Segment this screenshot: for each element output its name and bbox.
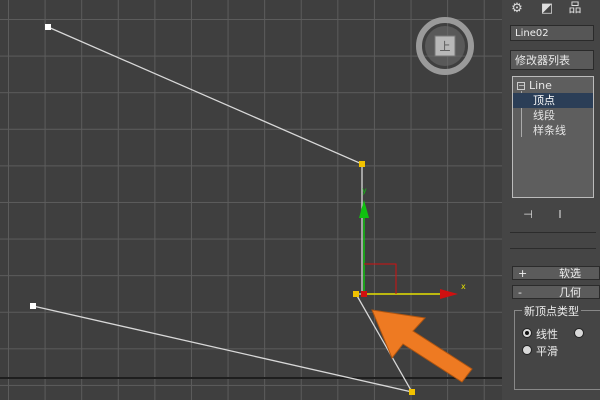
hierarchy-icon[interactable]: 品 xyxy=(564,0,586,18)
gizmo-x-arrow[interactable] xyxy=(440,289,458,299)
gizmo-y-label: y xyxy=(362,186,367,195)
vertex-type-title: 新顶点类型 xyxy=(522,303,581,319)
divider xyxy=(510,232,596,233)
radio-smooth[interactable] xyxy=(522,345,532,355)
viewcube-face-label: 上 xyxy=(440,40,451,53)
spline-line02[interactable] xyxy=(47,26,363,295)
orange-arrow-shape xyxy=(371,309,473,383)
move-gizmo[interactable]: y x xyxy=(359,186,466,299)
stack-item-line[interactable]: Line xyxy=(529,78,552,93)
divider xyxy=(510,248,596,249)
command-panel: ⚙ ◩ 品 Line02 修改器列表 − Line 顶点 线段 样条线 ⊣ Ⅰ … xyxy=(502,0,600,400)
vertex-handle[interactable] xyxy=(45,24,51,30)
radio-option-3[interactable] xyxy=(574,328,584,338)
radio-smooth-label: 平滑 xyxy=(536,345,558,358)
rollout-soft-selection[interactable]: + 软选 xyxy=(512,266,600,280)
vertex-handle-selected[interactable] xyxy=(359,161,365,167)
modify-icon[interactable]: ◩ xyxy=(536,0,558,18)
viewcube[interactable]: 上 xyxy=(416,17,474,75)
max-window: y x 上 ⚙ ◩ 品 Line02 修改器列表 − Line 顶点 线段 样条… xyxy=(0,0,600,400)
stack-item-spline[interactable]: 样条线 xyxy=(533,123,566,138)
vertex-handle[interactable] xyxy=(30,303,36,309)
radio-linear-label: 线性 xyxy=(536,328,558,341)
rollout-geometry[interactable]: - 几何 xyxy=(512,285,600,299)
modifier-stack[interactable]: − Line 顶点 线段 样条线 xyxy=(512,76,594,198)
annotation-arrow xyxy=(371,309,473,383)
gizmo-center[interactable] xyxy=(361,291,367,297)
top-viewport[interactable]: y x 上 xyxy=(0,0,504,400)
gizmo-x-label: x xyxy=(461,282,466,291)
stack-item-segment[interactable]: 线段 xyxy=(533,108,555,123)
show-end-result-icon[interactable]: Ⅰ xyxy=(552,207,568,223)
gear-icon[interactable]: ⚙ xyxy=(506,0,528,18)
object-name-field[interactable]: Line02 xyxy=(510,25,594,41)
gizmo-y-arrow[interactable] xyxy=(359,200,369,218)
collapse-icon[interactable]: − xyxy=(517,82,525,90)
stack-item-vertex[interactable]: 顶点 xyxy=(513,93,593,108)
gizmo-plane-handle[interactable] xyxy=(364,263,397,294)
modifier-list-dropdown[interactable]: 修改器列表 xyxy=(510,50,594,70)
pin-stack-icon[interactable]: ⊣ xyxy=(520,207,536,223)
vertex-handle-selected[interactable] xyxy=(409,389,415,395)
radio-linear[interactable] xyxy=(522,328,532,338)
vertex-handle-selected[interactable] xyxy=(353,291,359,297)
viewport-canvas: y x 上 xyxy=(0,17,502,395)
